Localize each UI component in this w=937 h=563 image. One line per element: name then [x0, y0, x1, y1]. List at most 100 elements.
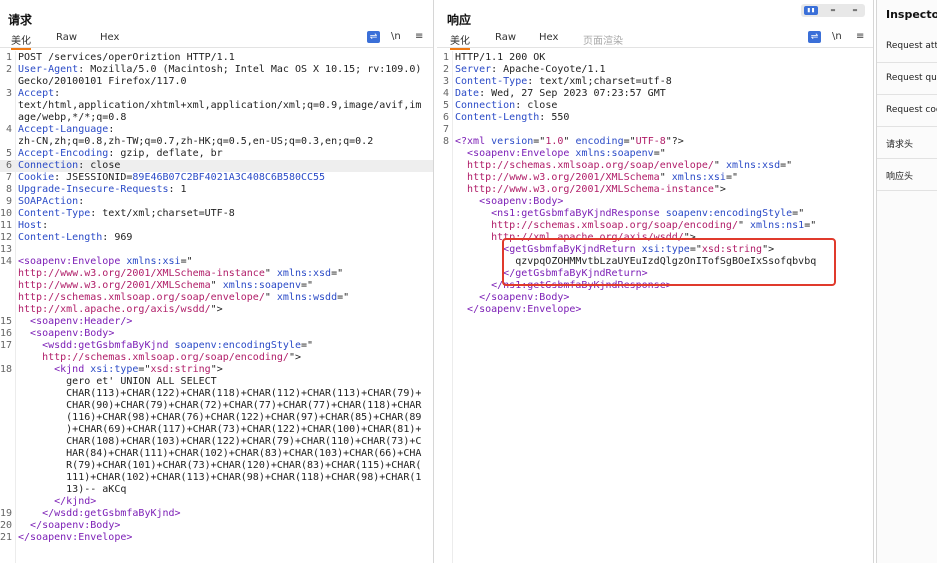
- menu-icon[interactable]: ≡: [415, 31, 423, 42]
- single-layout-icon[interactable]: ▬: [848, 6, 862, 15]
- code-line[interactable]: CHAR(113)+CHAR(122)+CHAR(118)+CHAR(112)+…: [0, 388, 433, 400]
- code-line[interactable]: 4 Date: Wed, 27 Sep 2023 07:23:57 GMT: [437, 88, 873, 100]
- response-tab-hex[interactable]: Hex: [539, 32, 558, 43]
- code-line[interactable]: 3 Accept:: [0, 88, 433, 100]
- code-line[interactable]: 20 </soapenv:Body>: [0, 520, 433, 532]
- code-line[interactable]: gero et' UNION ALL SELECT: [0, 376, 433, 388]
- line-text: HAR(84)+CHAR(111)+CHAR(102)+CHAR(83)+CHA…: [18, 448, 421, 460]
- code-line[interactable]: http://schemas.xmlsoap.org/soap/envelope…: [437, 160, 873, 172]
- code-token: Gecko/20100101 Firefox/117.0: [18, 76, 187, 87]
- code-line[interactable]: 1 POST /services/operOriztion HTTP/1.1: [0, 52, 433, 64]
- code-line[interactable]: text/html,application/xhtml+xml,applicat…: [0, 100, 433, 112]
- menu-icon[interactable]: ≡: [856, 31, 864, 42]
- code-line[interactable]: 6 Connection: close: [0, 160, 433, 172]
- code-line[interactable]: 13)-- aKCq: [0, 484, 433, 496]
- layout-toggle[interactable]: ▮▮ ▬ ▬: [801, 4, 865, 17]
- inspector-row-request-attributes[interactable]: Request attributes: [877, 31, 937, 63]
- code-line[interactable]: 19 </wsdd:getGsbmfaByKjnd>: [0, 508, 433, 520]
- side-by-side-layout-icon[interactable]: ▮▮: [804, 6, 818, 15]
- code-line[interactable]: 18 <kjnd xsi:type="xsd:string">: [0, 364, 433, 376]
- code-line[interactable]: http://schemas.xmlsoap.org/soap/encoding…: [0, 352, 433, 364]
- code-line[interactable]: HAR(84)+CHAR(111)+CHAR(102)+CHAR(83)+CHA…: [0, 448, 433, 460]
- code-line[interactable]: http://schemas.xmlsoap.org/soap/encoding…: [437, 220, 873, 232]
- request-editor[interactable]: 1 POST /services/operOriztion HTTP/1.1 2 Us…: [0, 52, 433, 544]
- code-line[interactable]: 111)+CHAR(102)+CHAR(113)+CHAR(98)+CHAR(1…: [0, 472, 433, 484]
- code-line[interactable]: 12 Content-Length: 969: [0, 232, 433, 244]
- inspector-row-request-cookies[interactable]: Request cookies: [877, 95, 937, 127]
- inspector-row-response-headers[interactable]: 响应头: [877, 159, 937, 191]
- wrap-lines-icon[interactable]: ⇌: [367, 31, 380, 43]
- stacked-layout-icon[interactable]: ▬: [826, 6, 840, 15]
- code-line[interactable]: http://www.w3.org/2001/XMLSchema-instanc…: [0, 268, 433, 280]
- code-line[interactable]: <soapenv:Envelope xmlns:soapenv=": [437, 148, 873, 160]
- newline-toggle-icon[interactable]: \n: [391, 31, 401, 42]
- code-line[interactable]: http://xml.apache.org/axis/wsdd/">: [0, 304, 433, 316]
- line-number: 21: [0, 532, 13, 543]
- code-token: ">: [288, 352, 301, 363]
- line-text: <soapenv:Envelope xmlns:soapenv=": [455, 148, 666, 160]
- code-line[interactable]: http://www.w3.org/2001/XMLSchema" xmlns:…: [0, 280, 433, 292]
- code-line[interactable]: 6 Content-Length: 550: [437, 112, 873, 124]
- line-text: Upgrade-Insecure-Requests: 1: [18, 184, 187, 196]
- code-line[interactable]: age/webp,*/*;q=0.8: [0, 112, 433, 124]
- code-line[interactable]: 11 Host:: [0, 220, 433, 232]
- code-line[interactable]: 7 Cookie: JSESSIONID=89E46B07C2BF4021A3C4…: [0, 172, 433, 184]
- code-token: </kjnd>: [54, 496, 97, 507]
- request-tab-pretty[interactable]: 美化: [11, 32, 31, 50]
- code-line[interactable]: 10 Content-Type: text/xml;charset=UTF-8: [0, 208, 433, 220]
- code-line[interactable]: 13: [0, 244, 433, 256]
- code-line[interactable]: </soapenv:Envelope>: [437, 304, 873, 316]
- code-line[interactable]: 17 <wsdd:getGsbmfaByKjnd soapenv:encodin…: [0, 340, 433, 352]
- line-text: http://www.w3.org/2001/XMLSchema" xmlns:…: [18, 280, 313, 292]
- code-line[interactable]: 5 Connection: close: [437, 100, 873, 112]
- code-line[interactable]: http://www.w3.org/2001/XMLSchema" xmlns:…: [437, 172, 873, 184]
- line-text: Accept:: [18, 88, 60, 100]
- code-line[interactable]: 5 Accept-Encoding: gzip, deflate, br: [0, 148, 433, 160]
- request-tab-raw[interactable]: Raw: [56, 32, 77, 43]
- code-line[interactable]: Gecko/20100101 Firefox/117.0: [0, 76, 433, 88]
- code-line[interactable]: zh-CN,zh;q=0.8,zh-TW;q=0.7,zh-HK;q=0.5,e…: [0, 136, 433, 148]
- code-token: : gzip, deflate, br: [108, 148, 223, 159]
- code-line[interactable]: <ns1:getGsbmfaByKjndResponse soapenv:enc…: [437, 208, 873, 220]
- line-text: </soapenv:Body>: [18, 520, 120, 532]
- request-tab-hex[interactable]: Hex: [100, 32, 119, 43]
- response-tab-render[interactable]: 页面渲染: [583, 32, 623, 47]
- code-line[interactable]: </soapenv:Body>: [437, 292, 873, 304]
- code-line[interactable]: CHAR(90)+CHAR(79)+CHAR(72)+CHAR(77)+CHAR…: [0, 400, 433, 412]
- code-line[interactable]: 1 HTTP/1.1 200 OK: [437, 52, 873, 64]
- code-line[interactable]: 16 <soapenv:Body>: [0, 328, 433, 340]
- code-token: Connection: [18, 160, 79, 171]
- code-line[interactable]: 3 Content-Type: text/xml;charset=utf-8: [437, 76, 873, 88]
- newline-toggle-icon[interactable]: \n: [832, 31, 842, 42]
- code-line[interactable]: R(79)+CHAR(101)+CHAR(73)+CHAR(120)+CHAR(…: [0, 460, 433, 472]
- code-line[interactable]: </kjnd>: [0, 496, 433, 508]
- code-line[interactable]: (116)+CHAR(98)+CHAR(76)+CHAR(122)+CHAR(9…: [0, 412, 433, 424]
- code-line[interactable]: http://schemas.xmlsoap.org/soap/envelope…: [0, 292, 433, 304]
- code-line[interactable]: 4 Accept-Language:: [0, 124, 433, 136]
- code-line[interactable]: 2 User-Agent: Mozilla/5.0 (Macintosh; Int…: [0, 64, 433, 76]
- code-line[interactable]: 7: [437, 124, 873, 136]
- code-line[interactable]: http://www.w3.org/2001/XMLSchema-instanc…: [437, 184, 873, 196]
- code-line[interactable]: 2 Server: Apache-Coyote/1.1: [437, 64, 873, 76]
- code-line[interactable]: )+CHAR(69)+CHAR(117)+CHAR(73)+CHAR(122)+…: [0, 424, 433, 436]
- code-line[interactable]: 8 <?xml version="1.0" encoding="UTF-8"?>: [437, 136, 873, 148]
- wrap-lines-icon[interactable]: ⇌: [808, 31, 821, 43]
- inspector-row-request-query[interactable]: Request query parameters: [877, 63, 937, 95]
- code-line[interactable]: 8 Upgrade-Insecure-Requests: 1: [0, 184, 433, 196]
- code-token: HTTP/1.1 200 OK: [455, 52, 546, 63]
- line-text: Content-Length: 550: [455, 112, 569, 124]
- code-line[interactable]: <soapenv:Body>: [437, 196, 873, 208]
- response-tab-raw[interactable]: Raw: [495, 32, 516, 43]
- code-token: =": [138, 364, 151, 375]
- code-line[interactable]: 15 <soapenv:Header/>: [0, 316, 433, 328]
- inspector-row-request-headers[interactable]: 请求头: [877, 127, 937, 159]
- code-line[interactable]: 9 SOAPAction:: [0, 196, 433, 208]
- response-tab-pretty[interactable]: 美化: [450, 32, 470, 50]
- code-line[interactable]: 14 <soapenv:Envelope xmlns:xsi=": [0, 256, 433, 268]
- code-line[interactable]: 21 </soapenv:Envelope>: [0, 532, 433, 544]
- code-line[interactable]: CHAR(108)+CHAR(103)+CHAR(122)+CHAR(79)+C…: [0, 436, 433, 448]
- code-token: =": [300, 280, 314, 291]
- code-token: Host: [18, 220, 43, 231]
